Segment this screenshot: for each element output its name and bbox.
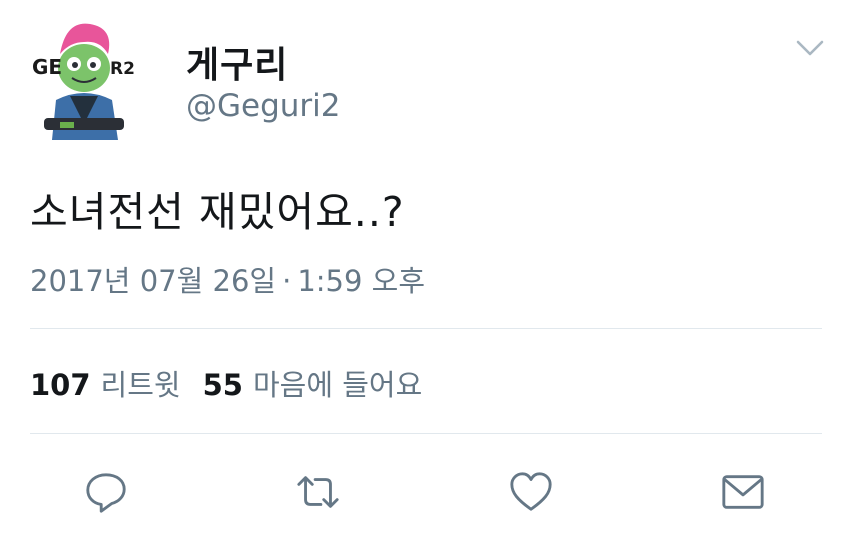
heart-icon [510, 472, 552, 511]
divider [30, 328, 822, 329]
display-name[interactable]: 게구리 [186, 36, 288, 88]
retweets-stat[interactable]: 107 리트윗 [30, 362, 181, 404]
avatar-image: GE R2 [32, 23, 135, 140]
tweet-card: GE R2 게구리 @Geguri2 소녀전선 재밌어요..? 2017년 07… [0, 0, 850, 535]
profile-avatar[interactable]: GE R2 [30, 14, 138, 140]
likes-label: 마음에 들어요 [252, 368, 423, 402]
tweet-stats: 107 리트윗 55 마음에 들어요 [30, 362, 444, 404]
direct-message-button[interactable] [719, 468, 767, 516]
envelope-icon [722, 475, 764, 509]
likes-count: 55 [202, 368, 243, 402]
tweet-date: 2017년 07월 26일 [30, 264, 277, 298]
retweet-button[interactable] [294, 468, 342, 516]
reply-icon [86, 473, 126, 513]
chevron-down-icon[interactable] [794, 36, 826, 60]
reply-button[interactable] [82, 468, 130, 516]
tweet-text: 소녀전선 재밌어요..? [30, 188, 405, 236]
retweets-label: 리트윗 [100, 368, 181, 402]
retweet-icon [297, 476, 339, 508]
svg-text:R2: R2 [110, 59, 135, 79]
retweets-count: 107 [30, 368, 91, 402]
tweet-time: 1:59 오후 [297, 264, 426, 298]
user-handle[interactable]: @Geguri2 [186, 88, 341, 124]
divider [30, 433, 822, 434]
tweet-timestamp[interactable]: 2017년 07월 26일 · 1:59 오후 [30, 258, 425, 300]
like-button[interactable] [507, 468, 555, 516]
likes-stat[interactable]: 55 마음에 들어요 [203, 362, 423, 404]
svg-text:GE: GE [32, 55, 62, 79]
timestamp-separator: · [282, 264, 292, 298]
